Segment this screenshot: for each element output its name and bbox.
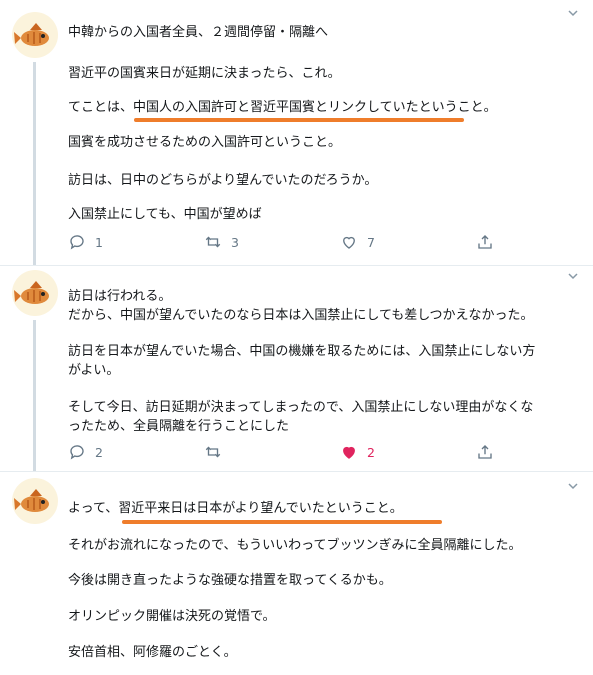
like-button[interactable]: 7 (340, 232, 375, 252)
tweet-text-line: 訪日を日本が望んでいた場合、中国の機嫌を取るためには、入国禁止にしない方 (68, 344, 536, 359)
tweet-actions: 1 3 7 (68, 232, 492, 252)
retweet-icon (205, 236, 221, 248)
tweet-text-line: そして今日、訪日延期が決まってしまったので、入国禁止にしない理由がなくな (68, 400, 534, 415)
share-icon (478, 445, 492, 459)
reply-button[interactable]: 1 (68, 232, 103, 252)
highlight-underline (134, 118, 464, 122)
share-icon (478, 235, 492, 249)
tweet-text-line: よって、習近平来日は日本がより望んでいたということ。 (68, 501, 403, 516)
retweet-icon (205, 446, 221, 458)
tweet[interactable]: 中韓からの入国者全員、２週間停留・隔離へ 習近平の国賓来日が延期に決まったら、こ… (0, 0, 593, 265)
reply-icon (70, 235, 84, 250)
reply-count: 1 (95, 234, 103, 250)
tweet-text-line: 国賓を成功させるための入国許可ということ。 (68, 135, 342, 150)
retweet-count: 3 (231, 234, 239, 250)
tweet-text-line: だから、中国が望んでいたのなら日本は入国禁止にしても差しつかえなかった。 (68, 308, 534, 323)
reply-icon (70, 445, 84, 460)
tweet-actions: 2 2 (68, 442, 492, 462)
reply-count: 2 (95, 444, 103, 460)
like-count: 7 (367, 234, 375, 250)
tweet-text-line: 中韓からの入国者全員、２週間停留・隔離へ (68, 25, 329, 40)
tweet-text-line: それがお流れになったので、もういいわってブッツンぎみに全員隔離にした。 (68, 538, 522, 553)
chevron-down-icon[interactable] (567, 270, 579, 282)
like-count: 2 (367, 444, 375, 460)
share-button[interactable] (476, 442, 494, 462)
tweet-text-line: 訪日は、日中のどちらがより望んでいたのだろうか。 (68, 173, 378, 188)
tweet-text-line: 今後は開き直ったような強硬な措置を取ってくるかも。 (68, 573, 392, 588)
tweet-text-line: 習近平の国賓来日が延期に決まったら、これ。 (68, 66, 341, 81)
highlight-underline (122, 520, 442, 524)
fish-avatar-icon (14, 489, 49, 512)
chevron-down-icon[interactable] (567, 480, 579, 492)
tweet[interactable]: 訪日は行われる。 だから、中国が望んでいたのなら日本は入国禁止にしても差しつかえ… (0, 266, 593, 471)
tweet-text-line: てことは、中国人の入国許可と習近平国賓とリンクしていたということ。 (68, 100, 497, 115)
tweet-text-line: がよい。 (68, 363, 120, 378)
tweet-text-line: オリンピック開催は決死の覚悟で。 (68, 609, 276, 624)
share-button[interactable] (476, 232, 494, 252)
reply-button[interactable]: 2 (68, 442, 103, 462)
fish-avatar-icon (14, 23, 49, 46)
like-button[interactable]: 2 (340, 442, 375, 462)
retweet-button[interactable] (204, 442, 231, 462)
avatar[interactable] (12, 12, 58, 58)
tweet-text-line: 入国禁止にしても、中国が望めば (68, 207, 262, 222)
tweet[interactable]: よって、習近平来日は日本がより望んでいたということ。 それがお流れになったので、… (0, 472, 593, 675)
tweet-text-line: ったため、全員隔離を行うことにした (68, 419, 290, 434)
avatar[interactable] (12, 270, 58, 316)
heart-icon (343, 236, 355, 249)
chevron-down-icon[interactable] (567, 7, 579, 19)
retweet-button[interactable]: 3 (204, 232, 239, 252)
tweet-text-line: 安倍首相、阿修羅のごとく。 (68, 645, 237, 660)
thread-line (33, 320, 36, 471)
avatar[interactable] (12, 478, 58, 524)
fish-avatar-icon (14, 281, 49, 304)
tweet-text-line: 訪日は行われる。 (68, 289, 172, 304)
thread-line (33, 62, 36, 265)
heart-icon-filled (343, 446, 355, 459)
